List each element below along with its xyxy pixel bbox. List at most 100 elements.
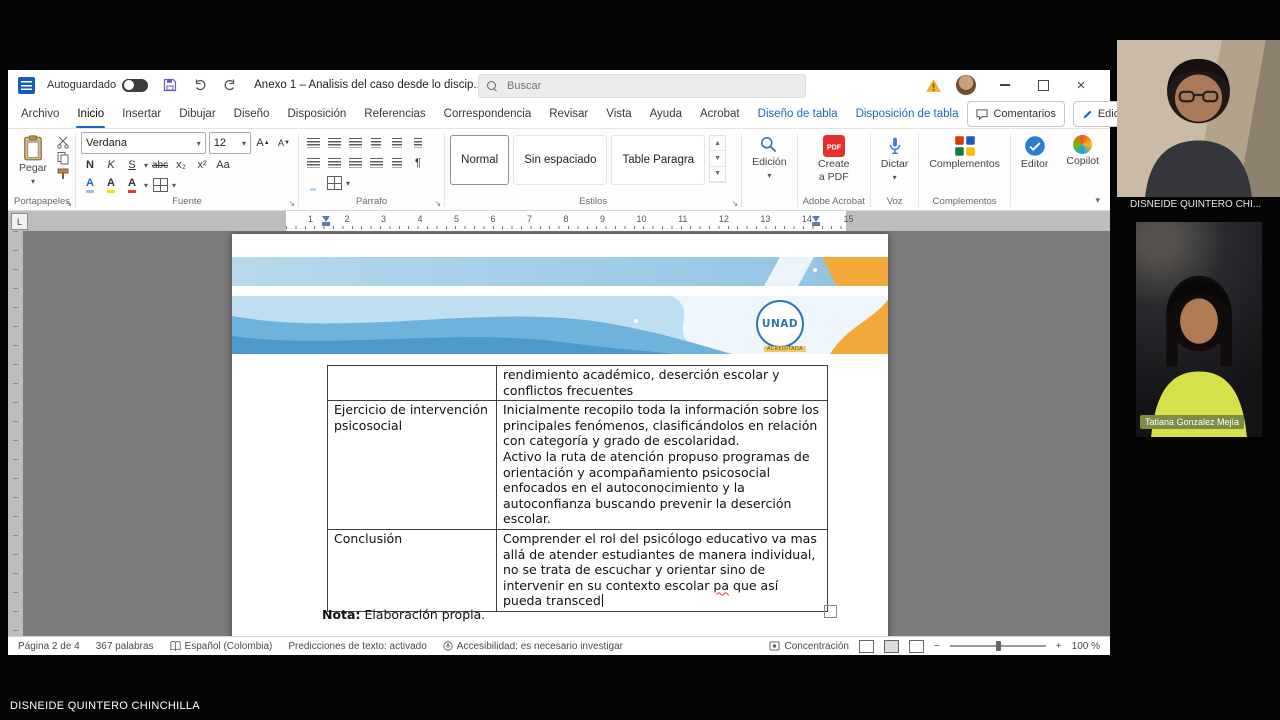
document-canvas[interactable]: UNAD ACREDITADA rendimiento académico, d… bbox=[8, 231, 1110, 636]
print-layout-button[interactable] bbox=[883, 639, 899, 653]
tab-archivo[interactable]: Archivo bbox=[12, 100, 68, 128]
format-painter-icon[interactable] bbox=[56, 167, 70, 181]
create-pdf-button[interactable]: PDF Create a PDF bbox=[803, 132, 865, 186]
borders-button[interactable] bbox=[325, 174, 343, 192]
collapse-ribbon-icon[interactable]: ▾ bbox=[1095, 195, 1100, 206]
dialog-launcher-icon[interactable]: ↘ bbox=[288, 200, 295, 208]
right-indent-marker[interactable] bbox=[812, 216, 820, 226]
copilot-button[interactable]: Copilot bbox=[1061, 132, 1104, 170]
tab-referencias[interactable]: Referencias bbox=[355, 100, 434, 128]
language-indicator[interactable]: Español (Colombia) bbox=[169, 641, 272, 652]
tab-diseno-de-tabla[interactable]: Diseño de tabla bbox=[749, 100, 847, 128]
word-app-icon[interactable] bbox=[18, 76, 35, 94]
text-effects-button[interactable]: A bbox=[81, 176, 99, 194]
font-name-combo[interactable]: Verdana ▾ bbox=[81, 132, 206, 154]
decrease-indent-button[interactable] bbox=[367, 134, 385, 152]
change-case-button[interactable]: Aa bbox=[214, 156, 232, 174]
table-resize-handle[interactable] bbox=[824, 605, 837, 618]
italic-button[interactable]: K bbox=[102, 156, 120, 174]
paste-button[interactable]: Pegar ▾ bbox=[14, 132, 52, 190]
table-cell[interactable]: Inicialmente recopilo toda la informació… bbox=[497, 401, 827, 529]
page-indicator[interactable]: Página 2 de 4 bbox=[18, 641, 80, 652]
cut-icon[interactable] bbox=[56, 135, 70, 149]
table-cell[interactable]: rendimiento académico, deserción escolar… bbox=[497, 366, 827, 400]
tab-insertar[interactable]: Insertar bbox=[113, 100, 170, 128]
bold-button[interactable]: N bbox=[81, 156, 99, 174]
style-sin-espaciado[interactable]: Sin espaciado bbox=[513, 135, 608, 185]
table-cell[interactable]: Comprender el rol del psicólogo educativ… bbox=[497, 530, 827, 611]
table-note[interactable]: Nota: Elaboración propia. bbox=[322, 607, 485, 622]
numbering-button[interactable] bbox=[325, 134, 343, 152]
tab-selector[interactable]: L bbox=[11, 213, 28, 230]
zoom-slider[interactable] bbox=[949, 641, 1046, 651]
style-normal[interactable]: Normal bbox=[450, 135, 510, 185]
word-count[interactable]: 367 palabras bbox=[96, 641, 154, 652]
styles-gallery-scroll[interactable]: ▲ ▼ ▼ bbox=[709, 135, 727, 183]
close-button[interactable]: × bbox=[1062, 70, 1100, 100]
align-right-button[interactable] bbox=[346, 154, 364, 172]
web-layout-button[interactable] bbox=[908, 639, 924, 653]
left-indent-marker[interactable] bbox=[322, 216, 330, 226]
scroll-down-icon[interactable]: ▼ bbox=[710, 151, 726, 167]
warning-icon[interactable] bbox=[925, 78, 942, 93]
tab-disposicion[interactable]: Disposición bbox=[278, 100, 355, 128]
multilevel-list-button[interactable] bbox=[346, 134, 364, 152]
read-mode-button[interactable] bbox=[858, 639, 874, 653]
webcam-participant-top[interactable] bbox=[1117, 40, 1280, 197]
align-left-button[interactable] bbox=[304, 154, 322, 172]
search-box[interactable] bbox=[478, 74, 806, 98]
font-size-combo[interactable]: 12 ▾ bbox=[208, 132, 252, 154]
document-page[interactable]: UNAD ACREDITADA rendimiento académico, d… bbox=[232, 234, 888, 636]
copy-icon[interactable] bbox=[56, 151, 70, 165]
superscript-button[interactable]: x² bbox=[193, 156, 211, 174]
subscript-button[interactable]: x₂ bbox=[172, 156, 190, 174]
autosave-toggle[interactable] bbox=[122, 78, 149, 92]
editing-button[interactable]: Edición ▾ bbox=[747, 132, 791, 184]
webcam-participant-bottom[interactable]: Tatiana Gonzalez Mejía bbox=[1136, 222, 1262, 437]
strikethrough-button[interactable]: abc bbox=[151, 156, 169, 174]
tab-revisar[interactable]: Revisar bbox=[540, 100, 597, 128]
focus-mode-button[interactable]: Concentración bbox=[769, 641, 849, 652]
save-icon[interactable] bbox=[162, 77, 178, 93]
document-title[interactable]: Anexo 1 – Analisis del caso desde lo dis… bbox=[254, 79, 492, 91]
dialog-launcher-icon[interactable]: ↘ bbox=[731, 200, 738, 208]
table-cell[interactable]: Ejercicio de intervención psicosocial bbox=[328, 401, 497, 529]
align-center-button[interactable] bbox=[325, 154, 343, 172]
zoom-slider-thumb[interactable] bbox=[995, 641, 1001, 651]
tab-dibujar[interactable]: Dibujar bbox=[170, 100, 224, 128]
undo-icon[interactable] bbox=[192, 77, 208, 93]
document-table[interactable]: rendimiento académico, deserción escolar… bbox=[327, 365, 828, 612]
search-input[interactable] bbox=[505, 79, 797, 93]
horizontal-ruler[interactable]: L 1 2 3 4 5 6 7 8 9 10 11 12 13 14 15 bbox=[8, 211, 1110, 231]
highlight-button[interactable]: A bbox=[102, 176, 120, 194]
zoom-out-button[interactable]: − bbox=[934, 641, 940, 652]
paragraph-mark-button[interactable]: ¶ bbox=[409, 154, 427, 172]
accessibility-status[interactable]: Accesibilidad: es necesario investigar bbox=[443, 641, 623, 652]
tab-correspondencia[interactable]: Correspondencia bbox=[435, 100, 541, 128]
autosave-control[interactable]: Autoguardado bbox=[47, 78, 149, 92]
dialog-launcher-icon[interactable]: ↘ bbox=[434, 200, 441, 208]
tab-diseno[interactable]: Diseño bbox=[225, 100, 279, 128]
maximize-button[interactable] bbox=[1024, 70, 1062, 100]
clear-format-button[interactable] bbox=[151, 176, 169, 194]
grow-font-button[interactable]: A ▲ bbox=[254, 134, 272, 152]
font-color-button[interactable]: A bbox=[123, 176, 141, 194]
tab-ayuda[interactable]: Ayuda bbox=[641, 100, 691, 128]
table-cell[interactable]: Conclusión bbox=[328, 529, 497, 611]
style-table-paragraph[interactable]: Table Paragra bbox=[611, 135, 706, 185]
table-cell[interactable] bbox=[328, 366, 497, 401]
dialog-launcher-icon[interactable]: ↘ bbox=[65, 200, 72, 208]
tab-vista[interactable]: Vista bbox=[597, 100, 640, 128]
sort-button[interactable] bbox=[409, 134, 427, 152]
tab-inicio[interactable]: Inicio bbox=[68, 100, 113, 128]
redo-icon[interactable] bbox=[222, 77, 238, 93]
text-predictions[interactable]: Predicciones de texto: activado bbox=[288, 641, 426, 652]
minimize-button[interactable] bbox=[986, 70, 1024, 100]
comments-button[interactable]: Comentarios bbox=[967, 101, 1065, 127]
zoom-level[interactable]: 100 % bbox=[1072, 641, 1100, 652]
vertical-ruler[interactable] bbox=[8, 231, 23, 636]
addins-button[interactable]: Complementos bbox=[924, 132, 1005, 173]
gallery-expand-icon[interactable]: ▼ bbox=[710, 167, 726, 182]
underline-button[interactable]: S bbox=[123, 156, 141, 174]
user-avatar[interactable] bbox=[956, 75, 976, 95]
